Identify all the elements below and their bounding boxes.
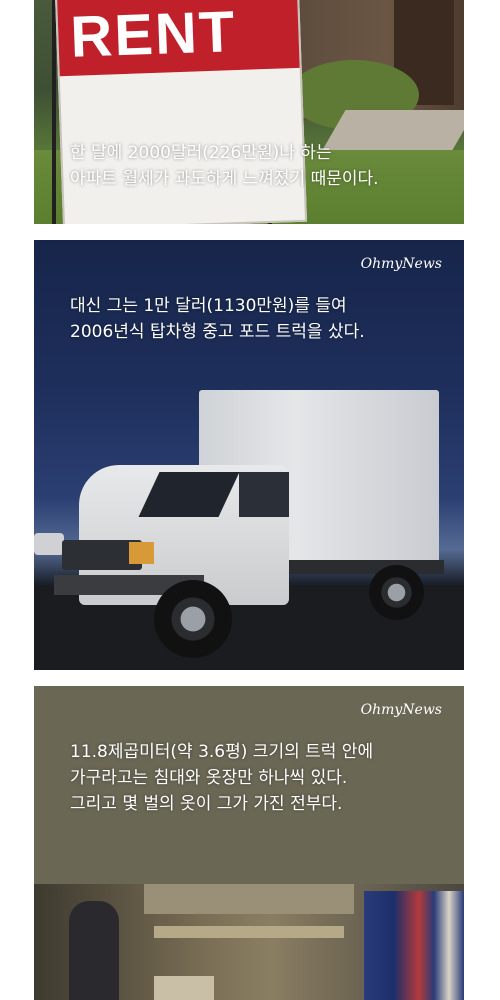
truck-rear-wheel xyxy=(369,565,424,620)
caption-2: 대신 그는 1만 달러(1130만원)를 들여 2006년식 탑차형 중고 포드… xyxy=(70,293,365,345)
rent-sign-card: RENT 한 달에 2000달러(226만원)나 하는 아파트 월세가 과도하게… xyxy=(34,0,464,224)
interior-card: OhmyNews 11.8제곱미터(약 3.6평) 크기의 트럭 안에 가구라고… xyxy=(34,686,464,1000)
ohmynews-logo: OhmyNews xyxy=(360,256,442,272)
storage-crate xyxy=(154,976,214,1000)
caption-3: 11.8제곱미터(약 3.6평) 크기의 트럭 안에 가구라고는 침대와 옷장만… xyxy=(70,739,373,817)
interior-ceiling xyxy=(144,884,354,914)
caption-1: 한 달에 2000달러(226만원)나 하는 아파트 월세가 과도하게 느껴졌기… xyxy=(70,140,379,192)
truck-side-window xyxy=(239,472,289,517)
truck-headlight xyxy=(129,542,154,564)
caption-line: 11.8제곱미터(약 3.6평) 크기의 트럭 안에 xyxy=(70,742,374,762)
interior-beam xyxy=(154,926,344,938)
hanging-coat xyxy=(69,901,119,1000)
truck-frame xyxy=(289,560,444,574)
rent-sign-word: RENT xyxy=(69,0,238,70)
caption-line: 아파트 월세가 과도하게 느껴졌기 때문이다. xyxy=(70,169,379,189)
caption-line: 2006년식 탑차형 중고 포드 트럭을 샀다. xyxy=(70,322,365,342)
caption-line: 가구라고는 침대와 옷장만 하나씩 있다. xyxy=(70,768,348,788)
caption-line: 그리고 몇 벌의 옷이 그가 가진 전부다. xyxy=(70,794,343,814)
distant-car xyxy=(34,533,64,555)
caption-line: 한 달에 2000달러(226만원)나 하는 xyxy=(70,143,332,163)
truck-front-wheel xyxy=(154,580,232,658)
caption-line: 대신 그는 1만 달러(1130만원)를 들여 xyxy=(70,296,347,316)
rent-sign-banner: RENT xyxy=(57,0,300,77)
truck-card: OhmyNews 대신 그는 1만 달러(1130만원)를 들여 2006년식 … xyxy=(34,240,464,670)
clothes-rack xyxy=(364,891,464,1000)
ohmynews-logo: OhmyNews xyxy=(360,702,442,718)
